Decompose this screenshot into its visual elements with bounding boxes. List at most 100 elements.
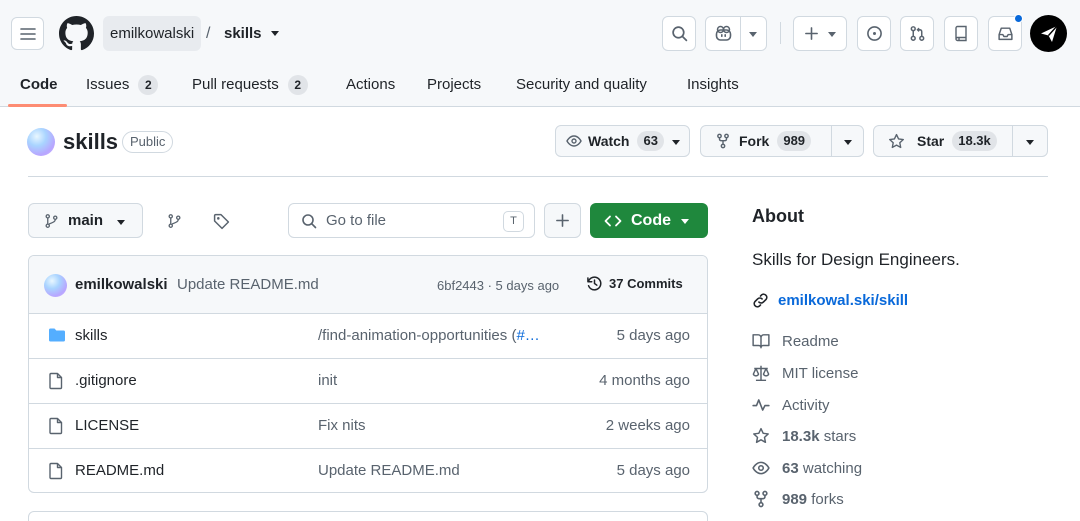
repo-owner-avatar[interactable] (27, 128, 55, 156)
commit-meta[interactable]: 6bf2443 · 5 days ago (437, 278, 559, 293)
forks-link[interactable]: 989 forks (752, 490, 844, 508)
tab-insights-label: Insights (687, 76, 739, 93)
commit-message[interactable]: Update README.md (177, 276, 319, 293)
code-button[interactable]: Code (590, 203, 708, 238)
repo-icon (955, 25, 967, 42)
breadcrumb-repo[interactable]: skills (224, 16, 262, 51)
file-name[interactable]: skills (75, 327, 108, 344)
go-to-file-placeholder: Go to file (326, 212, 387, 229)
tab-issues[interactable]: Issues 2 (86, 62, 159, 107)
file-name[interactable]: README.md (75, 462, 164, 479)
menu-button[interactable] (11, 17, 44, 50)
repo-dropdown-caret[interactable] (271, 31, 279, 36)
go-to-file-input[interactable]: Go to file T (288, 203, 535, 238)
star-label: Star (917, 133, 945, 149)
pull-request-icon (910, 26, 924, 41)
tab-issues-label: Issues (86, 76, 130, 93)
fork-label: Fork (739, 133, 770, 149)
file-commit-message[interactable]: /find-animation-opportunities (#… (318, 327, 563, 344)
website-link-text: emilkowal.ski/skill (778, 292, 909, 309)
owner-label: emilkowalski (110, 25, 195, 42)
file-commit-message[interactable]: Update README.md (318, 462, 563, 479)
branch-icon (45, 213, 58, 228)
readme-link[interactable]: Readme (752, 332, 839, 350)
commit-author-avatar[interactable] (44, 274, 67, 297)
branches-link[interactable] (163, 210, 185, 232)
branch-selector[interactable]: main (28, 203, 143, 238)
watching-label: watching (802, 459, 863, 477)
issue-icon (866, 26, 882, 41)
file-commit-message[interactable]: init (318, 372, 563, 389)
file-commit-message[interactable]: Fix nits (318, 417, 563, 434)
table-row[interactable]: LICENSE Fix nits 2 weeks ago (29, 404, 707, 449)
app-header: emilkowalski / skills Code Issues 2 Pull… (0, 0, 1080, 107)
forks-label: forks (811, 490, 844, 508)
tab-pull-requests[interactable]: Pull requests 2 (192, 62, 308, 107)
keyboard-shortcut-hint: T (503, 211, 524, 232)
commit-author[interactable]: emilkowalski (75, 276, 168, 293)
copilot-dropdown-caret[interactable] (749, 32, 757, 37)
paper-plane-icon (1040, 25, 1058, 42)
fork-caret[interactable] (844, 140, 852, 145)
star-icon (889, 133, 904, 148)
stars-link[interactable]: 18.3k stars (752, 427, 856, 445)
forks-count: 989 (782, 490, 808, 508)
copilot-button[interactable] (705, 16, 767, 51)
tags-link[interactable] (210, 210, 232, 232)
copilot-icon (715, 25, 731, 41)
folder-icon (49, 328, 65, 342)
watchers-link[interactable]: 63 watching (752, 459, 862, 477)
pr-link[interactable]: #… (516, 327, 539, 344)
activity-link[interactable]: Activity (752, 396, 830, 414)
table-row[interactable]: README.md Update README.md 5 days ago (29, 449, 707, 492)
fork-icon (717, 133, 729, 149)
about-description: Skills for Design Engineers. (752, 250, 960, 269)
commits-link[interactable]: 37 Commits (586, 275, 683, 292)
tab-projects[interactable]: Projects (427, 62, 481, 107)
breadcrumb-owner[interactable]: emilkowalski (103, 16, 202, 51)
issues-button[interactable] (857, 16, 891, 51)
tab-pull-requests-label: Pull requests (192, 76, 279, 93)
commit-message-text: /find-animation-opportunities ( (318, 327, 517, 344)
fork-count: 989 (777, 131, 812, 151)
law-icon (752, 365, 770, 382)
file-icon (49, 372, 63, 390)
header-separator (780, 22, 781, 44)
branch-caret (117, 220, 125, 225)
issues-count-badge: 2 (138, 74, 159, 95)
tab-actions-label: Actions (346, 76, 396, 93)
stars-count: 18.3k (782, 427, 820, 445)
file-icon (49, 462, 63, 480)
fork-button[interactable]: Fork 989 (700, 125, 864, 157)
tab-insights[interactable]: Insights (687, 62, 739, 107)
create-new-button[interactable] (793, 16, 847, 51)
code-icon (604, 215, 622, 226)
user-avatar[interactable] (1030, 15, 1067, 52)
file-age: 4 months ago (599, 372, 690, 389)
star-caret[interactable] (1026, 140, 1034, 145)
pull-requests-count-badge: 2 (287, 74, 308, 95)
table-row[interactable]: .gitignore init 4 months ago (29, 359, 707, 404)
tab-code[interactable]: Code (20, 62, 58, 107)
file-age: 2 weeks ago (605, 417, 690, 434)
add-file-button[interactable] (544, 203, 581, 238)
pull-requests-button[interactable] (900, 16, 934, 51)
watch-button[interactable]: Watch 63 (555, 125, 690, 157)
search-button[interactable] (662, 16, 696, 51)
tab-security[interactable]: Security and quality (516, 62, 647, 107)
website-link[interactable]: emilkowal.ski/skill (752, 292, 908, 309)
license-label: MIT license (782, 364, 859, 382)
star-button[interactable]: Star 18.3k (873, 125, 1048, 157)
repositories-button[interactable] (944, 16, 978, 51)
file-name[interactable]: LICENSE (75, 417, 139, 434)
github-logo[interactable] (59, 16, 94, 51)
repo-head-divider (28, 176, 1048, 177)
top-bar: emilkowalski / skills (0, 0, 1080, 62)
eye-icon (752, 461, 770, 475)
repo-title[interactable]: skills (63, 128, 118, 156)
license-link[interactable]: MIT license (752, 364, 858, 382)
file-icon (49, 417, 63, 435)
file-name[interactable]: .gitignore (75, 372, 137, 389)
tab-actions[interactable]: Actions (346, 62, 395, 107)
table-row[interactable]: skills /find-animation-opportunities (#…… (29, 314, 707, 359)
